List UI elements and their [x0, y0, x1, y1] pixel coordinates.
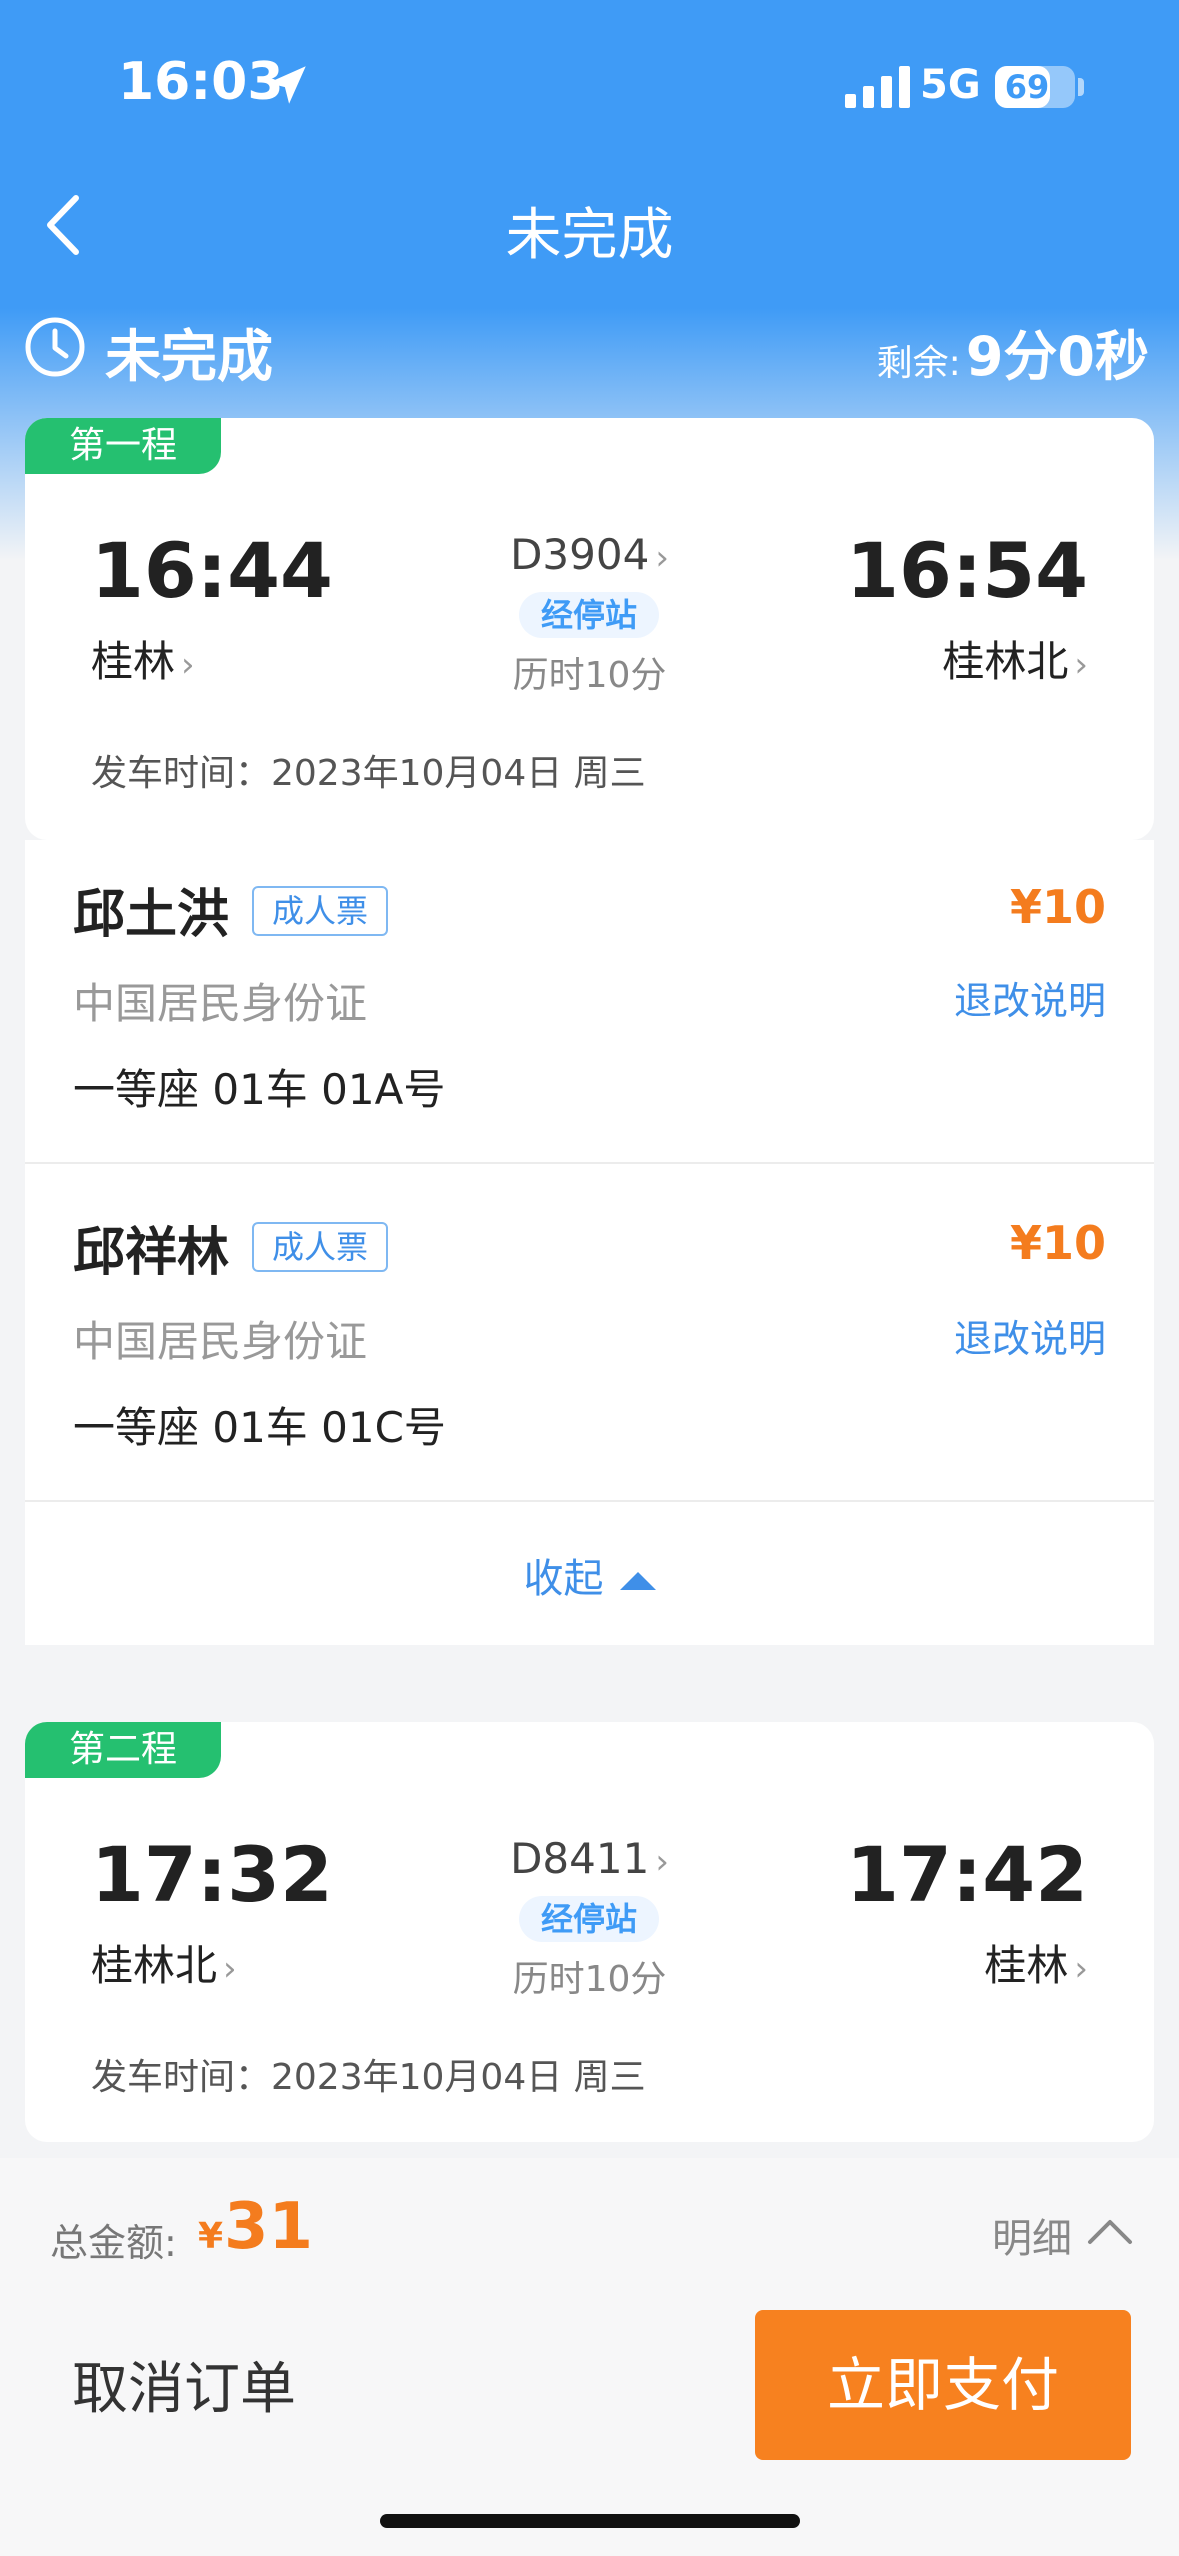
arrival-station-name: 桂林	[984, 1941, 1069, 1990]
leg-card-2: 第二程 17:32 桂林北 › D8411 › 经停站 历时10分 17:42 桂林…	[25, 1722, 1154, 2142]
stops-button[interactable]: 经停站	[519, 592, 659, 638]
network-type: 5G	[920, 62, 981, 108]
leg-tag: 第二程	[25, 1722, 222, 1778]
status-time: 16:03	[118, 52, 284, 112]
passenger-name: 邱土洪	[73, 885, 230, 945]
leg-tag: 第一程	[25, 418, 222, 474]
collapse-label: 收起	[523, 1556, 604, 1602]
chevron-right-icon: ›	[1074, 645, 1088, 685]
departure-date: 发车时间：2023年10月04日 周三	[91, 2057, 646, 2098]
leg-card-1: 第一程 16:44 桂林 › D3904 › 经停站 历时10分 16:54 桂林北…	[25, 418, 1154, 840]
chevron-right-icon: ›	[655, 1842, 669, 1882]
ticket-price: ¥10	[1009, 1216, 1106, 1270]
home-indicator	[380, 2514, 800, 2528]
chevron-right-icon: ›	[655, 538, 669, 578]
triangle-up-icon	[619, 1572, 656, 1590]
page-title: 未完成	[505, 203, 674, 268]
detail-toggle-label[interactable]: 明细	[992, 2206, 1072, 2264]
collapse-button[interactable]: 收起	[0, 1546, 1179, 1604]
passenger-name: 邱祥林	[73, 1223, 230, 1283]
cancel-order-button[interactable]: 取消订单	[72, 2344, 296, 2425]
divider	[25, 1162, 1154, 1164]
order-status-title: 未完成	[105, 325, 273, 390]
battery-level: 69	[1004, 68, 1050, 106]
divider	[25, 1500, 1154, 1502]
refund-rules-link[interactable]: 退改说明	[954, 1308, 1106, 1363]
seat-info: 一等座 01车 01A号	[73, 1065, 446, 1114]
remaining-label: 剩余:	[876, 343, 961, 384]
total-amount: 31	[224, 2190, 314, 2264]
total-currency: ¥	[198, 2216, 224, 2257]
clock-icon	[25, 317, 85, 377]
ticket-price: ¥10	[1009, 880, 1106, 934]
id-type: 中国居民身份证	[73, 1317, 368, 1366]
chevron-right-icon: ›	[1074, 1949, 1088, 1989]
train-number-text: D8411	[510, 1834, 650, 1883]
remaining-time: 剩余: 9分0秒	[877, 312, 1149, 391]
pay-now-button[interactable]: 立即支付	[755, 2310, 1131, 2460]
arrival-station[interactable]: 桂林北 ›	[942, 628, 1088, 689]
arrival-time: 16:54	[846, 526, 1088, 615]
ticket-type-badge: 成人票	[252, 1222, 389, 1272]
id-type: 中国居民身份证	[73, 979, 368, 1028]
arrival-time: 17:42	[846, 1830, 1088, 1919]
seat-info: 一等座 01车 01C号	[73, 1403, 446, 1452]
refund-rules-link[interactable]: 退改说明	[954, 970, 1106, 1025]
battery-tip	[1078, 78, 1084, 96]
total-label: 总金额:	[50, 2221, 177, 2265]
signal-icon	[845, 66, 910, 108]
chevron-up-icon[interactable]	[1086, 2212, 1134, 2248]
ticket-type-badge: 成人票	[252, 886, 389, 936]
departure-date: 发车时间：2023年10月04日 周三	[91, 753, 646, 794]
arrival-station[interactable]: 桂林 ›	[984, 1932, 1088, 1993]
stops-button[interactable]: 经停站	[519, 1896, 659, 1942]
battery-icon: 69	[995, 66, 1075, 108]
arrival-station-name: 桂林北	[942, 637, 1069, 686]
train-number-text: D3904	[510, 530, 650, 579]
location-arrow-icon	[268, 66, 306, 104]
remaining-value: 9分0秒	[965, 325, 1149, 388]
